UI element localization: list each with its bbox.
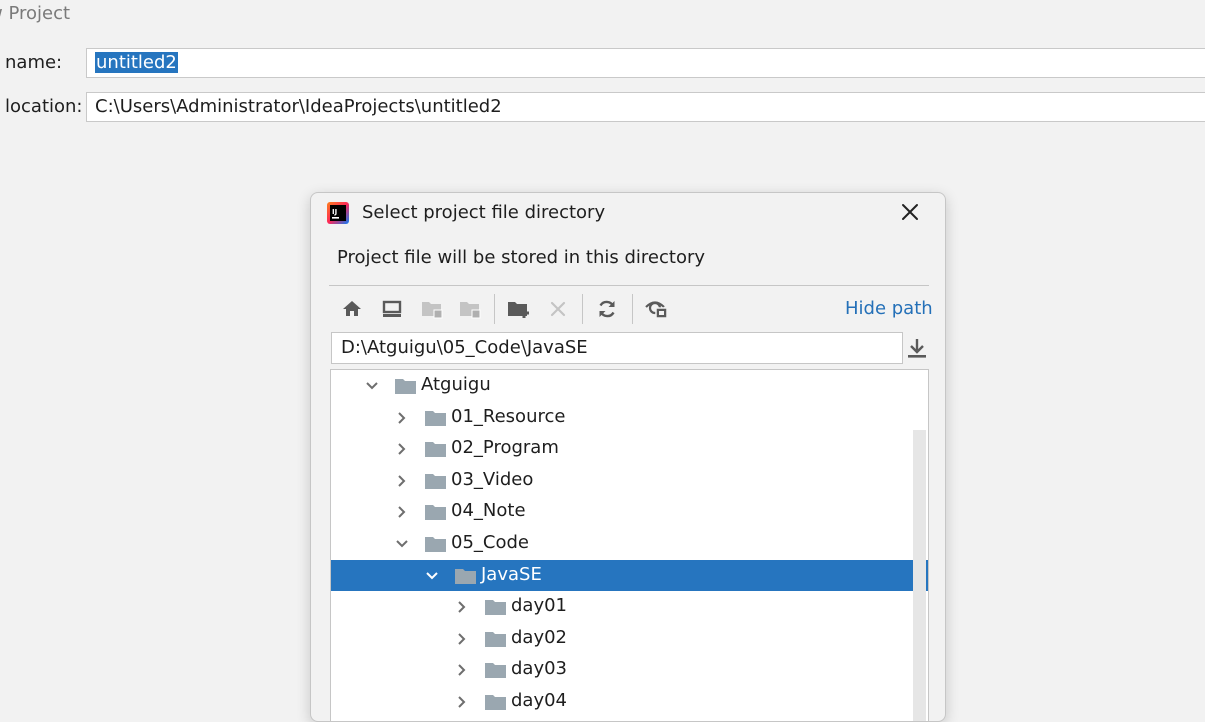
tree-item-label: 01_Resource [451,405,566,427]
folder-module-icon [460,302,481,319]
folder-icon [455,568,477,585]
chevron-down-icon[interactable] [425,568,439,582]
folder-icon [425,441,447,458]
tree-item[interactable]: Atguigu [331,370,928,401]
show-hidden-icon [645,301,668,319]
tree-item[interactable]: day01 [331,591,928,622]
project-name-field[interactable]: untitled2 [86,48,1205,78]
close-button[interactable] [895,199,925,227]
chevron-down-icon[interactable] [395,536,409,550]
tree-item[interactable]: 02_Program [331,433,928,464]
delete-icon [550,301,566,317]
folder-icon [425,504,447,521]
tree-item[interactable]: day03 [331,654,928,685]
project-location-field[interactable]: C:\Users\Administrator\IdeaProjects\unti… [86,92,1205,122]
chevron-right-icon[interactable] [395,473,409,487]
dialog-description: Project file will be stored in this dire… [337,247,706,268]
tree-item-label: day04 [511,690,568,711]
desktop-button[interactable] [379,296,405,322]
toolbar-separator [632,294,633,324]
refresh-icon [599,300,615,318]
tree-item-label: Atguigu [421,374,491,395]
download-icon [908,339,926,358]
toolbar-separator [582,294,583,324]
new-folder-icon [508,302,529,318]
path-input[interactable]: D:\Atguigu\05_Code\JavaSE [331,332,903,364]
tree-item-label: 04_Note [451,500,526,522]
window-title: w Project [0,3,71,24]
refresh-button[interactable] [594,296,620,322]
tree-item[interactable]: 01_Resource [331,402,928,433]
folder-icon [485,694,507,711]
project-name-label: name: [5,52,63,73]
tree-item-label: day02 [511,626,568,648]
project-folder-button[interactable] [419,296,445,322]
tree-item[interactable]: JavaSE [331,559,928,591]
folder-icon [485,662,507,679]
dialog-title: Select project file directory [362,202,606,223]
project-name-value: untitled2 [95,52,178,73]
chevron-right-icon[interactable] [395,410,409,424]
tree-item-label: JavaSE [481,563,542,585]
tree-item[interactable]: day04 [331,686,928,717]
chevron-right-icon[interactable] [455,599,469,613]
tree-item[interactable]: 03_Video [331,465,928,496]
tree-scrollbar[interactable] [913,430,926,721]
close-icon [902,204,918,220]
tree-item-label: day03 [511,658,568,680]
project-location-label: location: [5,96,83,117]
module-folder-button[interactable] [457,296,483,322]
tree-item-label: 03_Video [451,468,534,490]
folder-icon [485,599,507,616]
intellij-logo-icon: IJ [327,202,349,228]
folder-icon [485,631,507,648]
tree-item-label: 05_Code [451,532,529,553]
directory-tree[interactable]: day04 day03 day02 day01 JavaSE 05_Code 04_Note… [330,369,929,721]
download-button[interactable] [905,335,929,361]
divider [329,285,929,286]
chevron-right-icon[interactable] [395,504,409,519]
chevron-down-icon[interactable] [365,378,379,392]
desktop-icon [382,300,402,317]
folder-project-icon [422,302,443,319]
folder-icon [395,378,417,395]
show-hidden-button[interactable] [644,296,670,322]
tree-item[interactable]: 04_Note [331,496,928,527]
svg-text:IJ: IJ [332,208,337,216]
tree-item[interactable]: day02 [331,623,928,654]
select-directory-dialog: IJ Select project file directory Project… [310,192,946,722]
home-icon [343,301,361,316]
folder-icon [425,410,447,427]
hide-path-link[interactable]: Hide path [845,298,933,319]
delete-button[interactable] [545,296,571,322]
chevron-right-icon[interactable] [455,631,469,645]
folder-icon [425,473,447,490]
tree-item-label: day01 [511,595,568,617]
tree-item-label: 02_Program [451,437,559,459]
home-button[interactable] [339,296,365,322]
chevron-right-icon[interactable] [455,662,469,677]
toolbar-separator [494,294,495,324]
chevron-right-icon[interactable] [395,441,409,455]
folder-icon [425,536,447,553]
tree-item[interactable]: 05_Code [331,528,928,559]
new-folder-button[interactable] [506,296,532,322]
